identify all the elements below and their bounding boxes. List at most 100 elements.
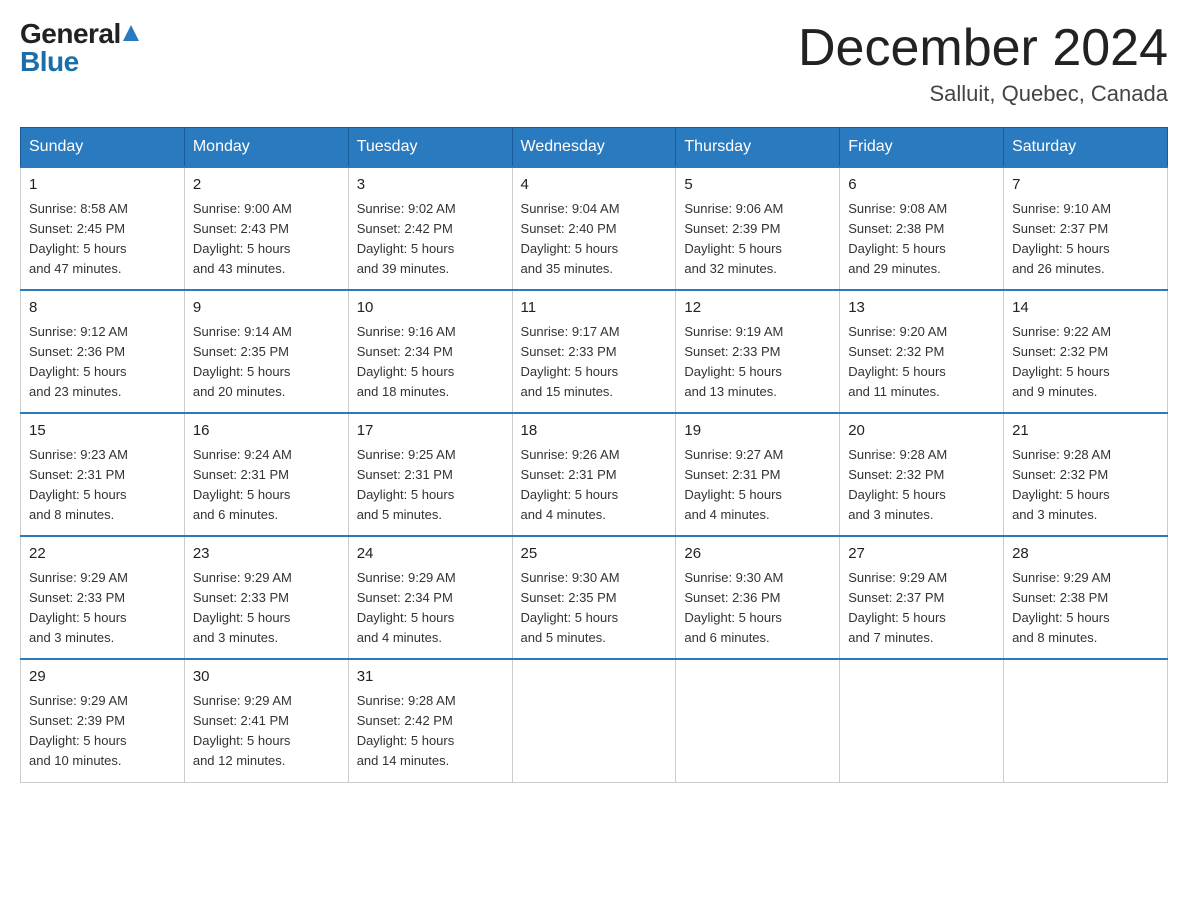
day-info: Sunrise: 9:20 AMSunset: 2:32 PMDaylight:… [848, 324, 947, 399]
day-info: Sunrise: 9:29 AMSunset: 2:41 PMDaylight:… [193, 693, 292, 768]
day-number: 26 [684, 543, 831, 566]
calendar-cell: 20 Sunrise: 9:28 AMSunset: 2:32 PMDaylig… [840, 413, 1004, 536]
day-number: 29 [29, 666, 176, 689]
weekday-header-row: SundayMondayTuesdayWednesdayThursdayFrid… [21, 128, 1168, 168]
day-info: Sunrise: 9:14 AMSunset: 2:35 PMDaylight:… [193, 324, 292, 399]
calendar-cell: 21 Sunrise: 9:28 AMSunset: 2:32 PMDaylig… [1004, 413, 1168, 536]
week-row-1: 1 Sunrise: 8:58 AMSunset: 2:45 PMDayligh… [21, 167, 1168, 290]
day-info: Sunrise: 9:29 AMSunset: 2:34 PMDaylight:… [357, 570, 456, 645]
day-info: Sunrise: 9:12 AMSunset: 2:36 PMDaylight:… [29, 324, 128, 399]
day-info: Sunrise: 9:29 AMSunset: 2:39 PMDaylight:… [29, 693, 128, 768]
calendar-cell: 31 Sunrise: 9:28 AMSunset: 2:42 PMDaylig… [348, 659, 512, 782]
day-number: 21 [1012, 420, 1159, 443]
month-year-title: December 2024 [798, 20, 1168, 77]
calendar-cell: 11 Sunrise: 9:17 AMSunset: 2:33 PMDaylig… [512, 290, 676, 413]
day-info: Sunrise: 9:25 AMSunset: 2:31 PMDaylight:… [357, 447, 456, 522]
day-number: 13 [848, 297, 995, 320]
calendar-cell: 29 Sunrise: 9:29 AMSunset: 2:39 PMDaylig… [21, 659, 185, 782]
day-number: 30 [193, 666, 340, 689]
week-row-2: 8 Sunrise: 9:12 AMSunset: 2:36 PMDayligh… [21, 290, 1168, 413]
day-number: 25 [521, 543, 668, 566]
calendar-cell: 12 Sunrise: 9:19 AMSunset: 2:33 PMDaylig… [676, 290, 840, 413]
day-info: Sunrise: 9:16 AMSunset: 2:34 PMDaylight:… [357, 324, 456, 399]
calendar-cell: 1 Sunrise: 8:58 AMSunset: 2:45 PMDayligh… [21, 167, 185, 290]
week-row-3: 15 Sunrise: 9:23 AMSunset: 2:31 PMDaylig… [21, 413, 1168, 536]
calendar-cell [840, 659, 1004, 782]
calendar-cell: 22 Sunrise: 9:29 AMSunset: 2:33 PMDaylig… [21, 536, 185, 659]
location-subtitle: Salluit, Quebec, Canada [798, 81, 1168, 107]
day-info: Sunrise: 9:17 AMSunset: 2:33 PMDaylight:… [521, 324, 620, 399]
day-info: Sunrise: 9:02 AMSunset: 2:42 PMDaylight:… [357, 201, 456, 276]
day-number: 15 [29, 420, 176, 443]
calendar-table: SundayMondayTuesdayWednesdayThursdayFrid… [20, 127, 1168, 782]
day-number: 20 [848, 420, 995, 443]
calendar-cell: 28 Sunrise: 9:29 AMSunset: 2:38 PMDaylig… [1004, 536, 1168, 659]
day-info: Sunrise: 9:26 AMSunset: 2:31 PMDaylight:… [521, 447, 620, 522]
calendar-cell: 9 Sunrise: 9:14 AMSunset: 2:35 PMDayligh… [184, 290, 348, 413]
day-number: 8 [29, 297, 176, 320]
day-info: Sunrise: 9:00 AMSunset: 2:43 PMDaylight:… [193, 201, 292, 276]
weekday-header-thursday: Thursday [676, 128, 840, 168]
day-info: Sunrise: 8:58 AMSunset: 2:45 PMDaylight:… [29, 201, 128, 276]
day-number: 17 [357, 420, 504, 443]
day-info: Sunrise: 9:28 AMSunset: 2:32 PMDaylight:… [1012, 447, 1111, 522]
weekday-header-saturday: Saturday [1004, 128, 1168, 168]
title-area: December 2024 Salluit, Quebec, Canada [798, 20, 1168, 107]
day-info: Sunrise: 9:29 AMSunset: 2:33 PMDaylight:… [29, 570, 128, 645]
day-info: Sunrise: 9:30 AMSunset: 2:36 PMDaylight:… [684, 570, 783, 645]
calendar-cell: 16 Sunrise: 9:24 AMSunset: 2:31 PMDaylig… [184, 413, 348, 536]
weekday-header-tuesday: Tuesday [348, 128, 512, 168]
day-number: 14 [1012, 297, 1159, 320]
day-info: Sunrise: 9:22 AMSunset: 2:32 PMDaylight:… [1012, 324, 1111, 399]
day-number: 4 [521, 174, 668, 197]
day-info: Sunrise: 9:08 AMSunset: 2:38 PMDaylight:… [848, 201, 947, 276]
calendar-cell: 25 Sunrise: 9:30 AMSunset: 2:35 PMDaylig… [512, 536, 676, 659]
day-info: Sunrise: 9:28 AMSunset: 2:42 PMDaylight:… [357, 693, 456, 768]
calendar-cell: 6 Sunrise: 9:08 AMSunset: 2:38 PMDayligh… [840, 167, 1004, 290]
day-number: 5 [684, 174, 831, 197]
day-info: Sunrise: 9:06 AMSunset: 2:39 PMDaylight:… [684, 201, 783, 276]
calendar-cell: 5 Sunrise: 9:06 AMSunset: 2:39 PMDayligh… [676, 167, 840, 290]
day-number: 27 [848, 543, 995, 566]
calendar-cell: 15 Sunrise: 9:23 AMSunset: 2:31 PMDaylig… [21, 413, 185, 536]
logo: General Blue [20, 20, 139, 76]
day-number: 18 [521, 420, 668, 443]
day-info: Sunrise: 9:29 AMSunset: 2:37 PMDaylight:… [848, 570, 947, 645]
calendar-cell: 19 Sunrise: 9:27 AMSunset: 2:31 PMDaylig… [676, 413, 840, 536]
page-header: General Blue December 2024 Salluit, Queb… [20, 20, 1168, 107]
day-info: Sunrise: 9:29 AMSunset: 2:38 PMDaylight:… [1012, 570, 1111, 645]
calendar-cell: 27 Sunrise: 9:29 AMSunset: 2:37 PMDaylig… [840, 536, 1004, 659]
calendar-cell [676, 659, 840, 782]
day-number: 12 [684, 297, 831, 320]
calendar-cell: 10 Sunrise: 9:16 AMSunset: 2:34 PMDaylig… [348, 290, 512, 413]
calendar-cell: 2 Sunrise: 9:00 AMSunset: 2:43 PMDayligh… [184, 167, 348, 290]
day-number: 9 [193, 297, 340, 320]
day-number: 7 [1012, 174, 1159, 197]
weekday-header-sunday: Sunday [21, 128, 185, 168]
week-row-5: 29 Sunrise: 9:29 AMSunset: 2:39 PMDaylig… [21, 659, 1168, 782]
calendar-cell: 14 Sunrise: 9:22 AMSunset: 2:32 PMDaylig… [1004, 290, 1168, 413]
calendar-cell: 13 Sunrise: 9:20 AMSunset: 2:32 PMDaylig… [840, 290, 1004, 413]
calendar-cell: 7 Sunrise: 9:10 AMSunset: 2:37 PMDayligh… [1004, 167, 1168, 290]
logo-general-text: General [20, 20, 121, 48]
week-row-4: 22 Sunrise: 9:29 AMSunset: 2:33 PMDaylig… [21, 536, 1168, 659]
day-number: 16 [193, 420, 340, 443]
calendar-cell: 4 Sunrise: 9:04 AMSunset: 2:40 PMDayligh… [512, 167, 676, 290]
day-number: 31 [357, 666, 504, 689]
day-number: 23 [193, 543, 340, 566]
calendar-cell: 23 Sunrise: 9:29 AMSunset: 2:33 PMDaylig… [184, 536, 348, 659]
day-number: 28 [1012, 543, 1159, 566]
day-info: Sunrise: 9:23 AMSunset: 2:31 PMDaylight:… [29, 447, 128, 522]
day-info: Sunrise: 9:27 AMSunset: 2:31 PMDaylight:… [684, 447, 783, 522]
day-number: 22 [29, 543, 176, 566]
day-info: Sunrise: 9:04 AMSunset: 2:40 PMDaylight:… [521, 201, 620, 276]
logo-blue-text: Blue [20, 48, 79, 76]
day-number: 6 [848, 174, 995, 197]
day-info: Sunrise: 9:19 AMSunset: 2:33 PMDaylight:… [684, 324, 783, 399]
calendar-cell: 26 Sunrise: 9:30 AMSunset: 2:36 PMDaylig… [676, 536, 840, 659]
day-number: 24 [357, 543, 504, 566]
day-number: 19 [684, 420, 831, 443]
day-number: 3 [357, 174, 504, 197]
day-info: Sunrise: 9:29 AMSunset: 2:33 PMDaylight:… [193, 570, 292, 645]
calendar-cell: 24 Sunrise: 9:29 AMSunset: 2:34 PMDaylig… [348, 536, 512, 659]
